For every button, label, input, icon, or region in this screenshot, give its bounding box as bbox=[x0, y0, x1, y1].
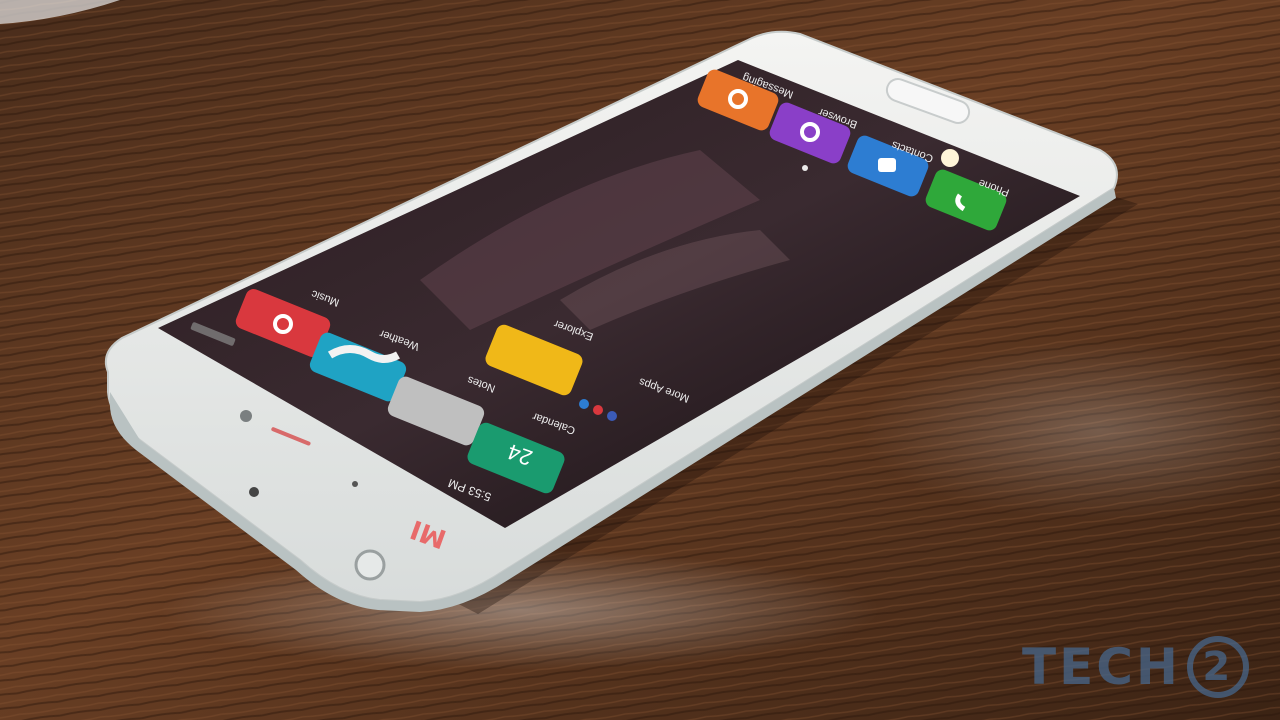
watermark-text: TECH bbox=[1022, 638, 1181, 696]
watermark-ring-text: 2 bbox=[1202, 644, 1234, 690]
microphone-hole bbox=[249, 487, 259, 497]
watermark-ring: 2 bbox=[1186, 636, 1249, 698]
photo-scene: MI 5:53 PM Phone Contacts Browser Messag… bbox=[0, 0, 1280, 720]
proximity-sensor bbox=[352, 481, 358, 487]
headphone-jack bbox=[354, 549, 386, 581]
light-glare bbox=[941, 149, 959, 167]
page-indicator bbox=[802, 165, 808, 171]
front-camera bbox=[240, 410, 252, 422]
tech2-watermark: TECH 2 bbox=[1022, 624, 1249, 710]
